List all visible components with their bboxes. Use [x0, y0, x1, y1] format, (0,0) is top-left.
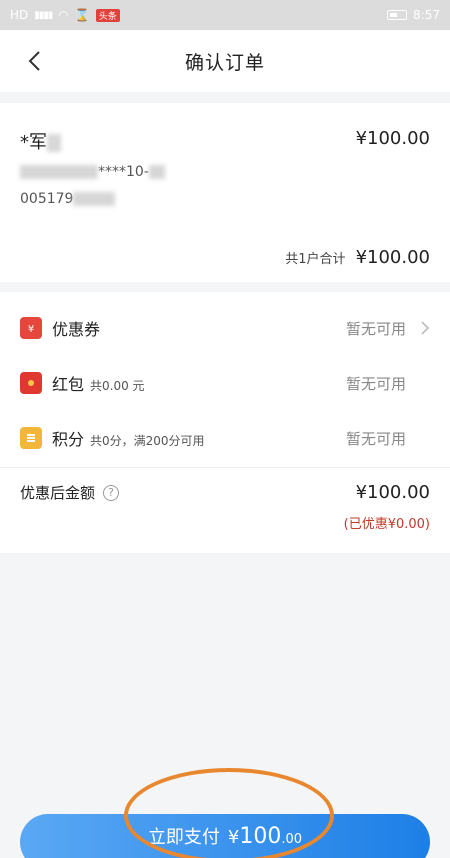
pay-amount: ¥100.00: [228, 824, 302, 849]
app-badge: 头条: [95, 8, 120, 22]
points-label: 积分 共0分，满200分可用: [52, 426, 205, 450]
order-name-text: *军: [20, 132, 47, 153]
pay-amount-dec: .00: [281, 832, 303, 847]
order-number: 005179: [20, 191, 74, 207]
clock: 8:57: [413, 8, 440, 22]
status-bar: HD ▮▮▮▮ ◠ ⌛ 头条 8:57: [0, 0, 450, 30]
order-number-line: 005179: [20, 191, 116, 207]
back-arrow-icon[interactable]: [22, 49, 46, 73]
masked-text: [20, 165, 98, 179]
red-packet-value: 暂无可用: [345, 374, 406, 393]
divider: [0, 467, 450, 468]
red-packet-icon: [20, 372, 42, 394]
red-packet-title: 红包: [52, 375, 85, 394]
points-sub: 共0分，满200分可用: [90, 434, 205, 448]
order-total: 共1户合计 ¥100.00: [285, 247, 430, 268]
red-packet-label: 红包 共0.00 元: [52, 371, 145, 395]
order-name: *军: [20, 128, 61, 154]
order-account-line: ****10-: [20, 164, 165, 180]
order-amount: ¥100.00: [355, 128, 430, 149]
red-packet-sub: 共0.00 元: [90, 379, 145, 393]
coupon-row[interactable]: ¥ 优惠券 暂无可用: [0, 308, 450, 348]
coupon-label: 优惠券: [52, 320, 101, 339]
pay-now-button[interactable]: 立即支付 ¥100.00: [20, 814, 430, 858]
discount-card: ¥ 优惠券 暂无可用 红包 共0.00 元 暂无可用 积分 共0分，满200分可用 …: [0, 292, 450, 553]
discount-saved: (已优惠¥0.00): [343, 517, 430, 532]
wifi-icon: ◠: [58, 8, 69, 22]
pay-currency: ¥: [227, 827, 240, 848]
account-masked: ****10-: [98, 164, 149, 180]
points-icon: [20, 427, 42, 449]
chevron-right-icon: [420, 320, 430, 340]
help-icon[interactable]: ?: [103, 484, 120, 501]
after-discount-text: 优惠后金额: [20, 484, 96, 502]
hd-indicator: HD: [10, 8, 29, 22]
points-title: 积分: [52, 430, 85, 449]
coupon-icon: ¥: [20, 317, 42, 339]
battery-icon: [387, 10, 408, 20]
svg-text:¥: ¥: [28, 324, 34, 335]
masked-text: [73, 192, 116, 206]
signal-icon: ▮▮▮▮: [34, 9, 53, 21]
order-total-amount: ¥100.00: [355, 247, 430, 268]
header: 确认订单: [0, 30, 450, 92]
page-title: 确认订单: [184, 51, 265, 74]
coupon-value: 暂无可用: [345, 319, 406, 338]
order-card: *军 ¥100.00 ****10- 005179 共1户合计 ¥100.00: [0, 103, 450, 282]
masked-name: [47, 134, 61, 152]
red-packet-row[interactable]: 红包 共0.00 元 暂无可用: [0, 363, 450, 403]
order-total-label: 共1户合计: [285, 252, 346, 267]
pay-amount-int: 100: [239, 824, 282, 849]
points-value: 暂无可用: [345, 429, 406, 448]
points-row[interactable]: 积分 共0分，满200分可用 暂无可用: [0, 418, 450, 458]
pay-label: 立即支付: [147, 827, 220, 848]
masked-text: [148, 165, 165, 179]
hourglass-icon: ⌛: [74, 8, 90, 22]
after-discount-label: 优惠后金额 ?: [20, 482, 120, 503]
after-discount-amount: ¥100.00: [355, 482, 430, 503]
